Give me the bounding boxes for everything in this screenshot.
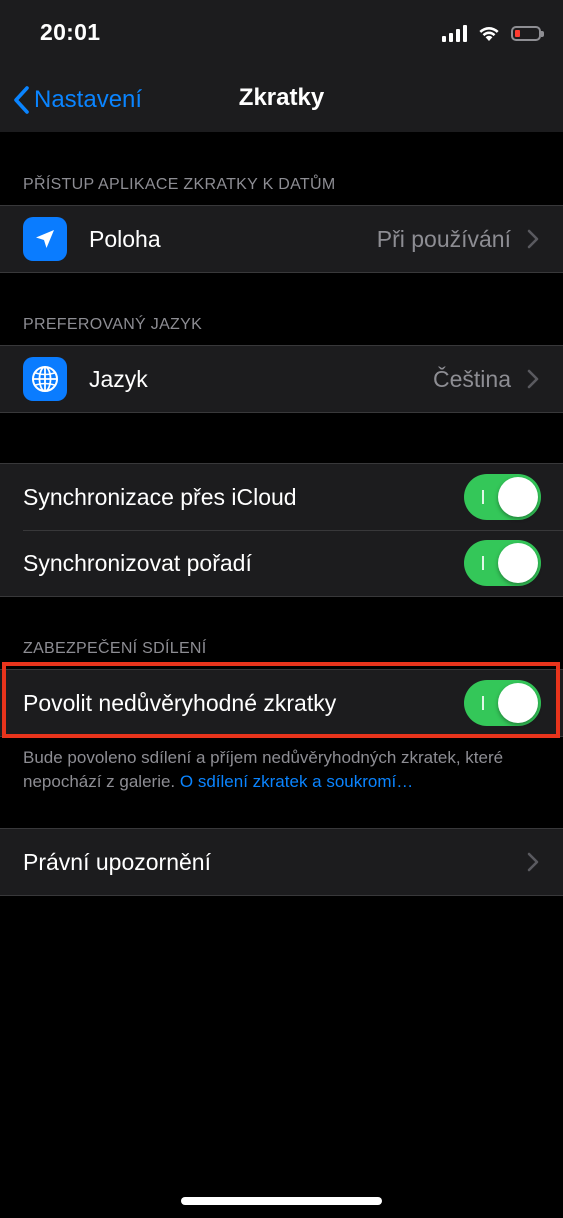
group-data-access: Poloha Při používání (0, 205, 563, 273)
chevron-right-icon (527, 369, 539, 389)
icloud-sync-row: Synchronizace přes iCloud (0, 464, 563, 530)
chevron-right-icon (527, 229, 539, 249)
location-label: Poloha (89, 225, 161, 252)
icloud-sync-toggle[interactable] (464, 474, 541, 520)
section-header-sharing: ZABEZPEČENÍ SDÍLENÍ (23, 640, 207, 657)
language-label: Jazyk (89, 365, 148, 392)
location-arrow-icon (36, 230, 54, 248)
section-header-language: PREFEROVANÝ JAZYK (23, 316, 203, 333)
location-icon-tile (23, 217, 67, 261)
legal-notice-row[interactable]: Právní upozornění (0, 829, 563, 895)
group-sync: Synchronizace přes iCloud Synchronizovat… (0, 463, 563, 597)
group-sharing: Povolit nedůvěryhodné zkratky (0, 669, 563, 737)
navigation-bar: Nastavení Zkratky (0, 70, 563, 132)
battery-low-icon (511, 25, 544, 41)
globe-icon (32, 366, 58, 392)
order-sync-row: Synchronizovat pořadí (0, 530, 563, 596)
sharing-footer: Bude povoleno sdílení a příjem nedůvěryh… (23, 746, 543, 794)
untrusted-shortcuts-label: Povolit nedůvěryhodné zkratky (23, 689, 337, 716)
status-bar: 20:01 (0, 0, 563, 70)
cellular-signal-icon (442, 24, 467, 42)
location-value: Při používání (376, 225, 511, 252)
icloud-sync-label: Synchronizace přes iCloud (23, 483, 297, 510)
language-row[interactable]: Jazyk Čeština (0, 346, 563, 412)
toggle-knob (498, 477, 538, 517)
privacy-link[interactable]: O sdílení zkratek a soukromí… (180, 772, 413, 791)
status-time: 20:01 (40, 19, 101, 45)
language-icon-tile (23, 357, 67, 401)
location-row[interactable]: Poloha Při používání (0, 206, 563, 272)
legal-notice-label: Právní upozornění (23, 848, 211, 875)
toggle-on-indicator (482, 490, 484, 504)
section-header-data-access: PŘÍSTUP APLIKACE ZKRATKY K DATŮM (23, 176, 336, 193)
untrusted-shortcuts-toggle[interactable] (464, 680, 541, 726)
battery-level (515, 29, 520, 37)
settings-screen: 20:01 Nastavení Zkratky PŘÍSTUP APLIKACE… (0, 0, 563, 1218)
page-title: Zkratky (238, 84, 325, 111)
status-icons (442, 24, 544, 42)
language-value: Čeština (433, 365, 511, 392)
group-legal: Právní upozornění (0, 828, 563, 896)
home-indicator[interactable] (181, 1197, 382, 1205)
chevron-right-icon (527, 852, 539, 872)
toggle-knob (498, 543, 538, 583)
toggle-on-indicator (482, 556, 484, 570)
untrusted-shortcuts-row: Povolit nedůvěryhodné zkratky (0, 670, 563, 736)
order-sync-label: Synchronizovat pořadí (23, 549, 252, 576)
order-sync-toggle[interactable] (464, 540, 541, 586)
group-language: Jazyk Čeština (0, 345, 563, 413)
toggle-knob (498, 683, 538, 723)
wifi-icon (479, 27, 499, 41)
toggle-on-indicator (482, 696, 484, 710)
